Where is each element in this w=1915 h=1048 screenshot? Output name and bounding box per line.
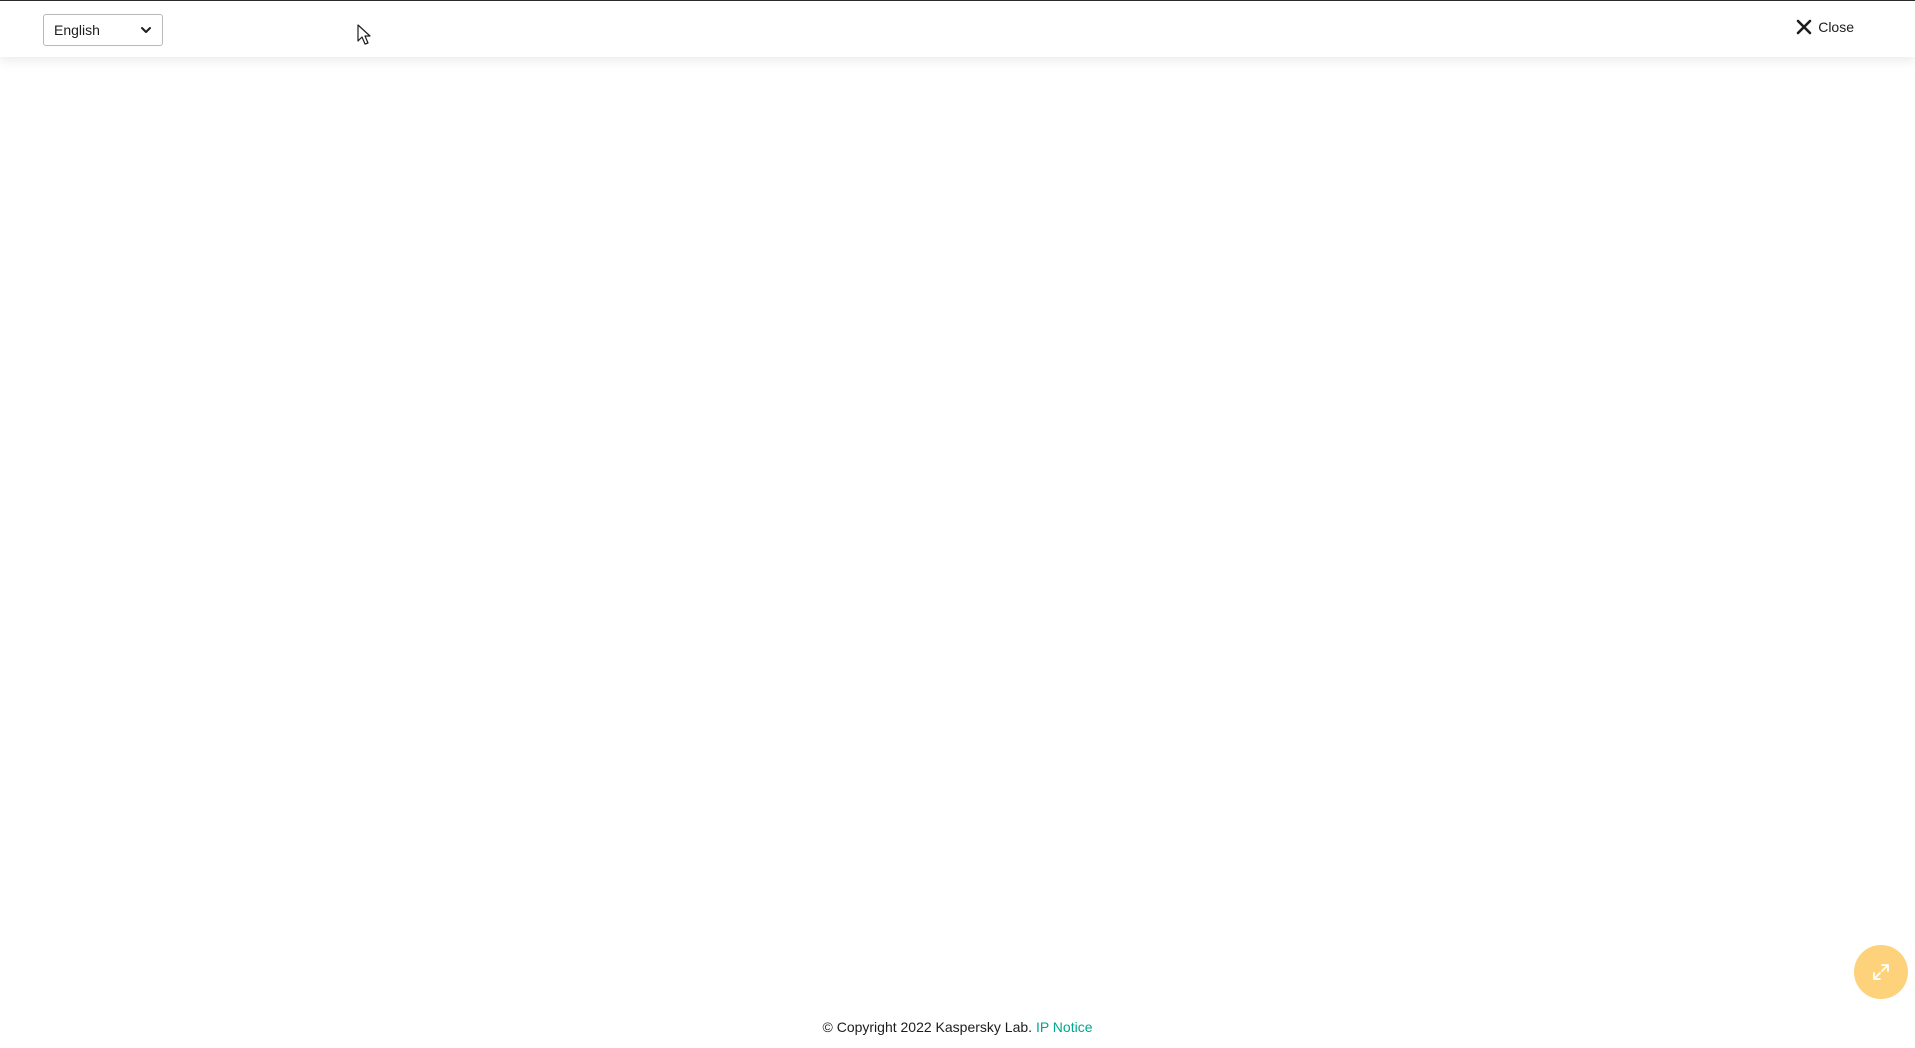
language-select-value: English	[54, 22, 100, 38]
copyright-text: © Copyright 2022 Kaspersky Lab.	[822, 1019, 1033, 1035]
language-select[interactable]: English	[43, 14, 163, 46]
close-icon	[1796, 19, 1812, 35]
close-label: Close	[1818, 19, 1854, 35]
page: English Close © Copyright 2022 Kaspersky	[0, 0, 1915, 1048]
ip-notice-link[interactable]: IP Notice	[1036, 1019, 1093, 1035]
main-content-area	[0, 58, 1915, 998]
expand-icon	[1873, 964, 1889, 980]
footer: © Copyright 2022 Kaspersky Lab. IP Notic…	[0, 1019, 1915, 1035]
mouse-cursor-icon	[357, 24, 371, 45]
chevron-down-icon	[140, 24, 152, 36]
close-button[interactable]: Close	[1796, 19, 1854, 35]
expand-button[interactable]	[1854, 945, 1908, 999]
top-bar: English Close	[0, 1, 1915, 57]
